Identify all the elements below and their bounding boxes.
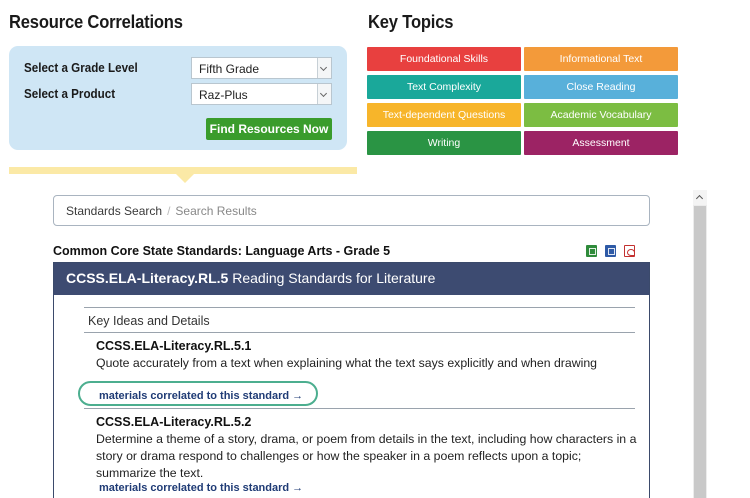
- topic-close-reading-button[interactable]: Close Reading: [524, 75, 678, 99]
- breadcrumb: Standards Search / Search Results: [53, 195, 650, 226]
- find-resources-button[interactable]: Find Resources Now: [206, 118, 332, 140]
- product-select[interactable]: Raz-Plus: [191, 83, 332, 105]
- product-value: Raz-Plus: [199, 88, 248, 102]
- topic-text-complexity-button[interactable]: Text Complexity: [367, 75, 521, 99]
- divider: [84, 332, 635, 333]
- breadcrumb-separator: /: [167, 204, 171, 218]
- key-topics-title: Key Topics: [368, 12, 454, 32]
- standard-code: CCSS.ELA-Literacy.RL.5.1: [96, 339, 252, 353]
- chevron-down-icon[interactable]: [317, 84, 331, 104]
- standard-text: Quote accurately from a text when explai…: [96, 356, 598, 370]
- chevron-down-icon[interactable]: [317, 58, 331, 78]
- standard-card-header: CCSS.ELA-Literacy.RL.5 Reading Standards…: [54, 263, 649, 295]
- grade-level-select[interactable]: Fifth Grade: [191, 57, 332, 79]
- product-label: Select a Product: [24, 87, 116, 101]
- resource-correlations-panel: Select a Grade Level Fifth Grade Select …: [9, 46, 347, 150]
- pdf-export-icon[interactable]: [624, 245, 635, 257]
- grade-level-label: Select a Grade Level: [24, 61, 138, 75]
- standard-code: CCSS.ELA-Literacy.RL.5.2: [96, 415, 252, 429]
- excel-export-icon[interactable]: [586, 245, 597, 257]
- materials-correlated-link[interactable]: materials correlated to this standard →: [99, 482, 303, 494]
- scrollbar-thumb[interactable]: [694, 206, 706, 498]
- standards-heading: Common Core State Standards: Language Ar…: [53, 244, 391, 258]
- word-export-icon[interactable]: [605, 245, 616, 257]
- link-highlight-ring: [78, 381, 318, 406]
- selection-indicator-pointer: [176, 174, 194, 183]
- standard-card-code: CCSS.ELA-Literacy.RL.5: [66, 270, 229, 286]
- topic-assessment-button[interactable]: Assessment: [524, 131, 678, 155]
- divider: [84, 307, 635, 308]
- divider: [84, 408, 635, 409]
- topic-foundational-skills-button[interactable]: Foundational Skills: [367, 47, 521, 71]
- scroll-up-arrow-icon[interactable]: [693, 190, 707, 205]
- breadcrumb-standards-search-link[interactable]: Standards Search: [66, 204, 162, 218]
- standard-text: Determine a theme of a story, drama, or …: [96, 432, 637, 480]
- selection-indicator-bar: [9, 167, 357, 174]
- topic-informational-text-button[interactable]: Informational Text: [524, 47, 678, 71]
- breadcrumb-current: Search Results: [175, 204, 257, 218]
- grade-level-value: Fifth Grade: [199, 62, 260, 76]
- topic-writing-button[interactable]: Writing: [367, 131, 521, 155]
- topic-academic-vocabulary-button[interactable]: Academic Vocabulary: [524, 103, 678, 127]
- resource-correlations-title: Resource Correlations: [9, 12, 183, 32]
- topic-text-dependent-questions-button[interactable]: Text-dependent Questions: [367, 103, 521, 127]
- standard-card-title: Reading Standards for Literature: [228, 270, 436, 286]
- section-label: Key Ideas and Details: [88, 314, 210, 328]
- standard-card: CCSS.ELA-Literacy.RL.5 Reading Standards…: [53, 262, 650, 498]
